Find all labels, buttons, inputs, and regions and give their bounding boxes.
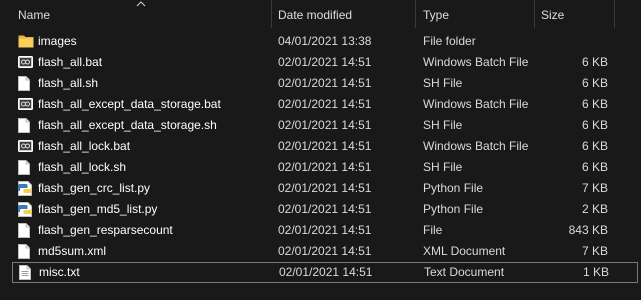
file-type: Windows Batch File: [423, 139, 529, 153]
file-row[interactable]: flash_all_except_data_storage.bat 02/01/2…: [0, 94, 641, 115]
file-list: images 04/01/2021 13:38 File folder flash_a…: [0, 31, 641, 283]
file-size: 2 KB: [581, 202, 608, 216]
file-type: Python File: [423, 202, 484, 216]
file-row[interactable]: flash_gen_resparsecount 02/01/2021 14:51 F…: [0, 220, 641, 241]
file-name: flash_all_except_data_storage.bat: [38, 97, 221, 111]
file-name: flash_all.sh: [38, 76, 99, 90]
file-type: XML Document: [423, 244, 506, 258]
file-date-modified: 02/01/2021 14:51: [278, 97, 372, 111]
file-row[interactable]: flash_all_lock.bat 02/01/2021 14:51 Window…: [0, 136, 641, 157]
file-name: images: [38, 34, 77, 48]
file-date-modified: 02/01/2021 14:51: [278, 55, 372, 69]
file-date-modified: 02/01/2021 14:51: [278, 118, 372, 132]
file-row[interactable]: flash_all.bat 02/01/2021 14:51 Windows Bat…: [0, 52, 641, 73]
column-divider[interactable]: [614, 0, 615, 28]
file-type: Text Document: [424, 265, 505, 279]
file-row[interactable]: flash_all_except_data_storage.sh 02/01/20…: [0, 115, 641, 136]
file-date-modified: 02/01/2021 14:51: [278, 223, 372, 237]
file-name: flash_all_lock.sh: [38, 160, 127, 174]
file-icon: [18, 160, 32, 175]
file-row[interactable]: flash_all_lock.sh 02/01/2021 14:51 SH File…: [0, 157, 641, 178]
batch-file-icon: [18, 55, 33, 70]
file-date-modified: 02/01/2021 14:51: [279, 265, 373, 279]
file-type: SH File: [423, 118, 463, 132]
file-name: md5sum.xml: [38, 244, 107, 258]
file-date-modified: 02/01/2021 14:51: [278, 244, 372, 258]
text-file-icon: [19, 265, 33, 280]
file-name: flash_all.bat: [38, 55, 103, 69]
file-type: Windows Batch File: [423, 55, 529, 69]
file-icon: [18, 76, 32, 91]
file-date-modified: 02/01/2021 14:51: [278, 202, 372, 216]
file-date-modified: 04/01/2021 13:38: [278, 34, 372, 48]
batch-file-icon: [18, 139, 33, 154]
file-row[interactable]: md5sum.xml 02/01/2021 14:51 XML Document 7 …: [0, 241, 641, 262]
file-icon: [18, 244, 32, 259]
file-size: 6 KB: [581, 160, 608, 174]
file-date-modified: 02/01/2021 14:51: [278, 160, 372, 174]
file-size: 6 KB: [581, 76, 608, 90]
file-size: 6 KB: [581, 139, 608, 153]
column-header-date-modified[interactable]: Date modified: [278, 7, 352, 23]
column-divider[interactable]: [271, 0, 272, 28]
folder-icon: [18, 34, 34, 49]
file-row[interactable]: images 04/01/2021 13:38 File folder: [0, 31, 641, 52]
file-size: 6 KB: [581, 55, 608, 69]
file-row[interactable]: flash_gen_md5_list.py 02/01/2021 14:51 Pyt…: [0, 199, 641, 220]
batch-file-icon: [18, 97, 33, 112]
file-icon: [18, 118, 32, 133]
file-name: flash_all_lock.bat: [38, 139, 131, 153]
file-type: Windows Batch File: [423, 97, 529, 111]
file-date-modified: 02/01/2021 14:51: [278, 139, 372, 153]
column-header-type[interactable]: Type: [423, 7, 449, 23]
column-divider[interactable]: [534, 0, 535, 28]
file-type: SH File: [423, 76, 463, 90]
python-file-icon: [18, 202, 32, 217]
file-size: 6 KB: [581, 97, 608, 111]
file-row[interactable]: flash_all.sh 02/01/2021 14:51 SH File 6 KB: [0, 73, 641, 94]
file-size: 7 KB: [581, 181, 608, 195]
file-name: flash_gen_resparsecount: [38, 223, 173, 237]
file-name: misc.txt: [39, 265, 80, 279]
sort-ascending-icon: [136, 0, 146, 7]
file-type: File: [423, 223, 443, 237]
file-type: File folder: [423, 34, 476, 48]
file-name: flash_gen_crc_list.py: [38, 181, 151, 195]
file-icon: [18, 223, 32, 238]
column-header-bar: Name Date modified Type Size: [0, 0, 641, 28]
file-type: SH File: [423, 160, 463, 174]
python-file-icon: [18, 181, 32, 196]
file-size: 6 KB: [581, 118, 608, 132]
column-header-name[interactable]: Name: [18, 7, 50, 23]
column-header-size[interactable]: Size: [541, 7, 564, 23]
file-size: 843 KB: [568, 223, 608, 237]
file-size: 7 KB: [581, 244, 608, 258]
file-row[interactable]: flash_gen_crc_list.py 02/01/2021 14:51 Pyt…: [0, 178, 641, 199]
file-size: 1 KB: [582, 265, 609, 279]
file-size: [548, 31, 608, 52]
file-name: flash_all_except_data_storage.sh: [38, 118, 217, 132]
file-row[interactable]: misc.txt 02/01/2021 14:51 Text Document 1 K…: [12, 262, 638, 283]
column-divider[interactable]: [415, 0, 416, 28]
file-date-modified: 02/01/2021 14:51: [278, 181, 372, 195]
file-type: Python File: [423, 181, 484, 195]
file-date-modified: 02/01/2021 14:51: [278, 76, 372, 90]
file-name: flash_gen_md5_list.py: [38, 202, 158, 216]
